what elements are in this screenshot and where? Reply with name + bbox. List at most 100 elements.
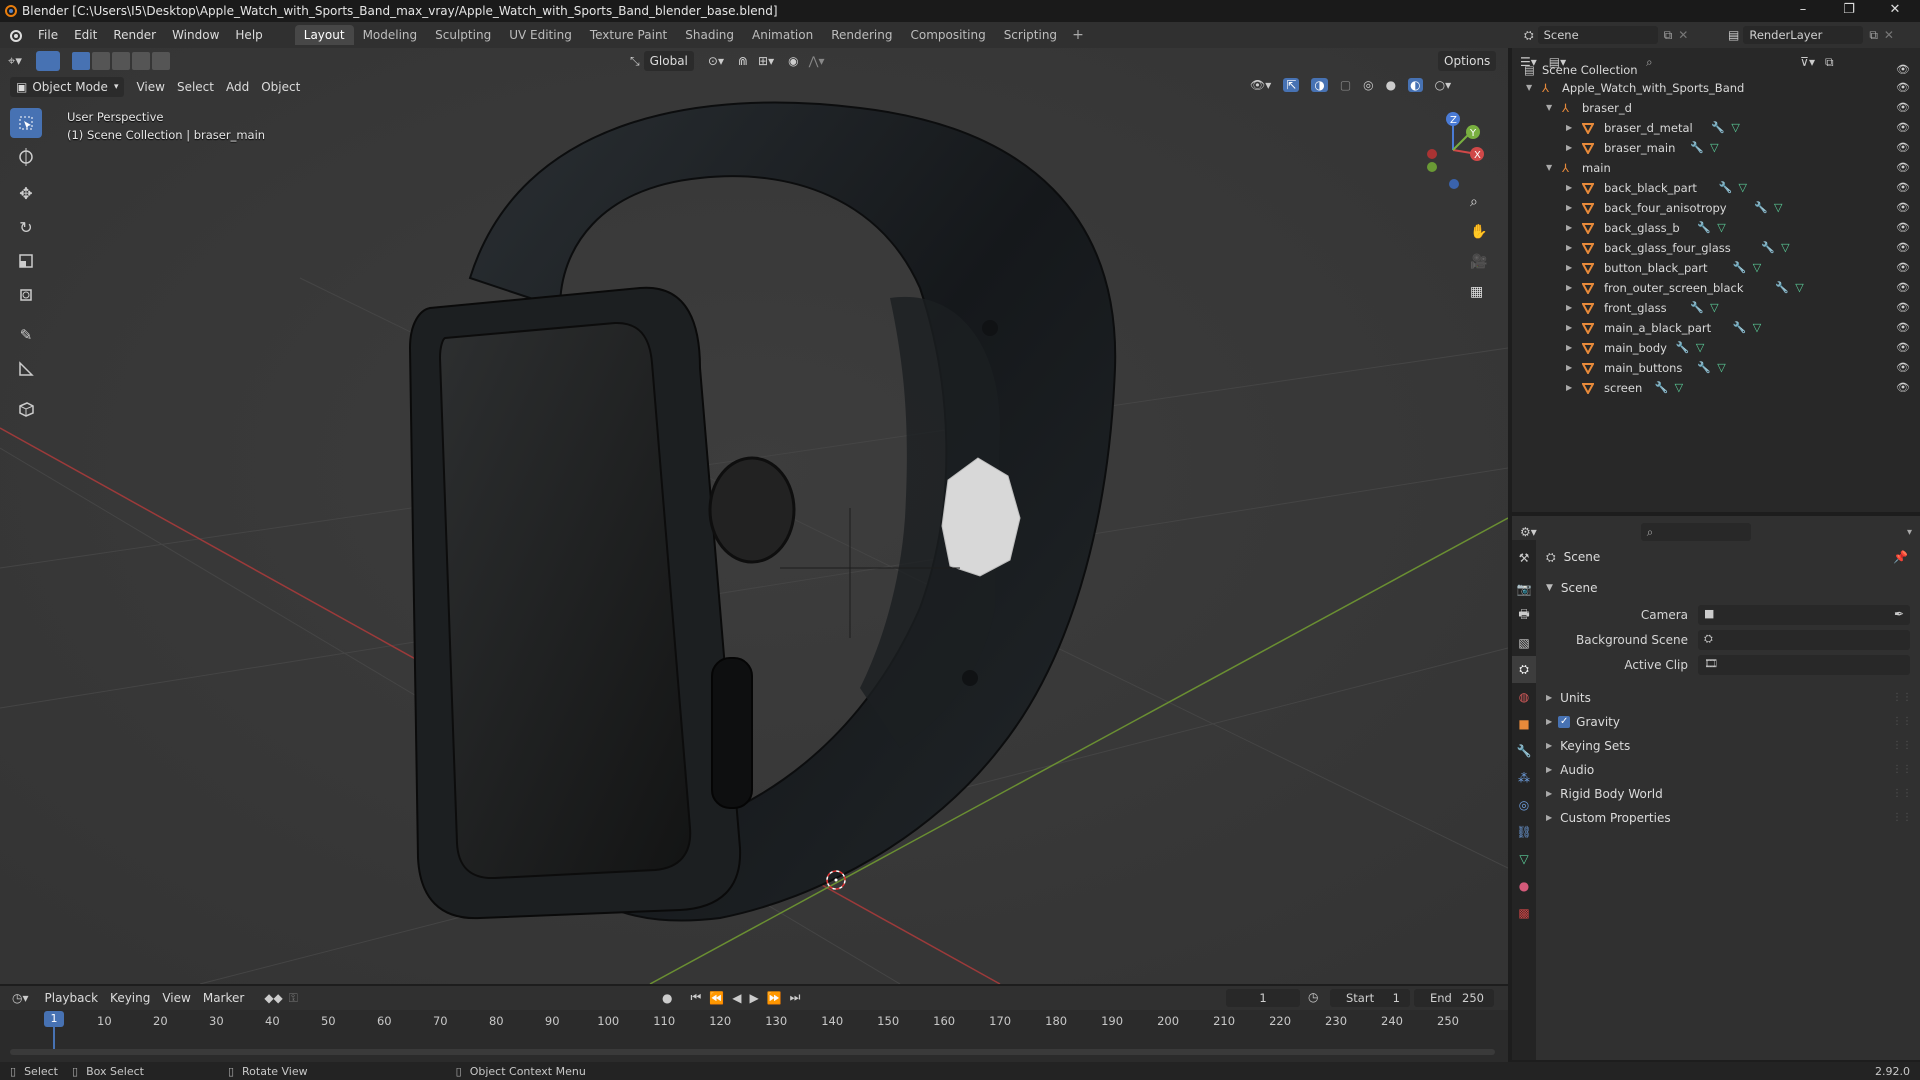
solid-shading-icon[interactable]: ● [1386, 78, 1396, 92]
tab-modeling[interactable]: Modeling [354, 25, 427, 45]
eye-icon[interactable]: 👁 [1896, 98, 1910, 118]
tab-animation[interactable]: Animation [743, 25, 822, 45]
texture-tab-icon[interactable]: ▩ [1512, 899, 1536, 926]
camera-view-icon[interactable]: 🎥 [1470, 254, 1487, 284]
mesh-data-icon[interactable]: ▽ [1696, 338, 1704, 358]
menu-file[interactable]: File [30, 22, 66, 48]
tab-scripting[interactable]: Scripting [995, 25, 1066, 45]
playhead-frame-label[interactable]: 1 [44, 1011, 64, 1027]
current-frame-field[interactable]: 1 [1226, 989, 1300, 1007]
output-tab-icon[interactable]: 🖶 [1512, 602, 1536, 629]
modifier-icon[interactable]: 🔧 [1775, 278, 1789, 298]
timeline-menu-marker[interactable]: Marker [197, 988, 250, 1008]
annotate-tool[interactable]: ✎ [10, 320, 42, 350]
delete-view-layer-icon[interactable]: ✕ [1884, 28, 1894, 42]
eye-icon[interactable]: 👁 [1896, 78, 1910, 98]
expand-icon[interactable]: ▶ [1566, 258, 1572, 278]
new-scene-icon[interactable]: ⧉ [1664, 28, 1673, 43]
view-layer-field[interactable]: RenderLayer [1743, 26, 1864, 44]
expand-icon[interactable]: ▶ [1566, 378, 1572, 398]
pan-hand-icon[interactable]: ✋ [1470, 224, 1487, 254]
modifier-icon[interactable]: 🔧 [1676, 338, 1690, 358]
proportional-falloff-icon[interactable]: ⋀▾ [809, 54, 825, 68]
outliner-item-braser_main[interactable]: 👁 ▶ braser_main 🔧 ▽ [1512, 138, 1920, 158]
outliner-group-main[interactable]: 👁 ▼ ⅄ main [1512, 158, 1920, 178]
eye-icon[interactable]: 👁 [1896, 378, 1910, 398]
expand-icon[interactable]: ▶ [1566, 338, 1572, 358]
collapse-icon[interactable]: ▼ [1546, 158, 1552, 178]
subpanel-custom-properties[interactable]: ▶ Custom Properties ⋮⋮ [1536, 806, 1920, 830]
viewport-menu-add[interactable]: Add [220, 77, 255, 97]
rotate-tool[interactable]: ↻ [10, 212, 42, 242]
outliner-item-main_buttons[interactable]: 👁 ▶ main_buttons 🔧 ▽ [1512, 358, 1920, 378]
modifier-icon[interactable]: 🔧 [1690, 138, 1704, 158]
end-frame-field[interactable]: End 250 [1414, 989, 1494, 1007]
outliner-group-braser_d[interactable]: 👁 ▼ ⅄ braser_d [1512, 98, 1920, 118]
eye-icon[interactable]: 👁 [1896, 158, 1910, 178]
mesh-data-icon[interactable]: ▽ [1675, 378, 1683, 398]
collapse-icon[interactable]: ▼ [1526, 78, 1532, 98]
drag-handle-icon[interactable]: ⋮⋮ [1892, 806, 1912, 830]
mode-dropdown[interactable]: ▣ Object Mode ▾ [10, 77, 125, 97]
expand-icon[interactable]: ▶ [1566, 118, 1572, 138]
expand-icon[interactable]: ▶ [1566, 178, 1572, 198]
eye-icon[interactable]: 👁 [1896, 238, 1910, 258]
expand-icon[interactable]: ▶ [1566, 298, 1572, 318]
overlay-toggle-icon[interactable]: ◑ [1311, 78, 1328, 92]
transform-orientation-dropdown[interactable]: Global [643, 51, 694, 71]
pin-icon[interactable]: 📌 [1893, 545, 1908, 569]
outliner-scene-collection[interactable]: 👁 ▤ Scene Collection [1512, 60, 1920, 80]
tweak-tool-icon[interactable] [35, 51, 60, 71]
expand-icon[interactable]: ▶ [1566, 198, 1572, 218]
field-background-scene[interactable]: ⛭ [1698, 630, 1910, 650]
mesh-data-icon[interactable]: ▽ [1753, 258, 1761, 278]
modifier-icon[interactable]: 🔧 [1754, 198, 1768, 218]
mesh-data-icon[interactable]: ▽ [1710, 138, 1718, 158]
tab-compositing[interactable]: Compositing [901, 25, 994, 45]
scene-panel-header[interactable]: ▼ Scene [1536, 576, 1920, 600]
scene-name-field[interactable]: Scene [1537, 26, 1658, 44]
wireframe-shading-icon[interactable]: ◎ [1363, 78, 1373, 92]
options-dropdown[interactable]: Options [1438, 51, 1497, 71]
select-subtract-icon[interactable] [111, 52, 130, 70]
tab-shading[interactable]: Shading [676, 25, 743, 45]
mesh-data-icon[interactable]: ▽ [1795, 278, 1803, 298]
timeline-menu-keying[interactable]: Keying [104, 988, 156, 1008]
snap-target-icon[interactable]: ⊞▾ [758, 54, 774, 68]
outliner-collection[interactable]: 👁 ▼ ⅄ Apple_Watch_with_Sports_Band [1512, 78, 1920, 98]
mesh-data-icon[interactable]: ▽ [1710, 298, 1718, 318]
eye-icon[interactable]: 👁 [1896, 138, 1910, 158]
record-icon[interactable]: ● [662, 991, 672, 1005]
eye-icon[interactable]: 👁 [1896, 338, 1910, 358]
expand-icon[interactable]: ▶ [1566, 278, 1572, 298]
play-reverse-icon[interactable]: ◀ [732, 991, 741, 1005]
start-frame-field[interactable]: Start 1 [1330, 989, 1410, 1007]
expand-icon[interactable]: ▶ [1566, 358, 1572, 378]
modifier-icon[interactable]: 🔧 [1719, 178, 1733, 198]
eye-icon[interactable]: 👁 [1896, 198, 1910, 218]
outliner-item-main_a_black_part[interactable]: 👁 ▶ main_a_black_part 🔧 ▽ [1512, 318, 1920, 338]
eye-icon[interactable]: 👁 [1896, 358, 1910, 378]
add-cube-tool[interactable] [10, 394, 42, 424]
tool-tab-icon[interactable]: ⚒ [1512, 544, 1536, 571]
select-intersect-icon[interactable] [151, 52, 170, 70]
gizmo-toggle-icon[interactable]: ⇱ [1283, 78, 1300, 92]
zoom-icon[interactable]: ⌕ [1470, 194, 1487, 224]
xray-toggle-icon[interactable]: ▢ [1340, 78, 1351, 92]
expand-icon[interactable]: ▶ [1566, 238, 1572, 258]
outliner-item-main_body[interactable]: 👁 ▶ main_body 🔧 ▽ [1512, 338, 1920, 358]
properties-editor-icon[interactable]: ⚙▾ [1520, 525, 1537, 539]
subpanel-audio[interactable]: ▶ Audio ⋮⋮ [1536, 758, 1920, 782]
menu-edit[interactable]: Edit [66, 22, 105, 48]
timeline-menu-view[interactable]: View [156, 988, 196, 1008]
particles-tab-icon[interactable]: ⁂ [1512, 764, 1536, 791]
modifier-icon[interactable]: 🔧 [1733, 318, 1747, 338]
drag-handle-icon[interactable]: ⋮⋮ [1892, 686, 1912, 710]
mesh-data-icon[interactable]: ▽ [1753, 318, 1761, 338]
drag-handle-icon[interactable]: ⋮⋮ [1892, 758, 1912, 782]
eyedropper-icon[interactable]: ✒ [1894, 607, 1904, 621]
viewport-menu-view[interactable]: View [130, 77, 170, 97]
proportional-editing-icon[interactable]: ◉ [788, 54, 798, 68]
select-new-icon[interactable] [71, 52, 90, 70]
outliner-item-front_glass[interactable]: 👁 ▶ front_glass 🔧 ▽ [1512, 298, 1920, 318]
